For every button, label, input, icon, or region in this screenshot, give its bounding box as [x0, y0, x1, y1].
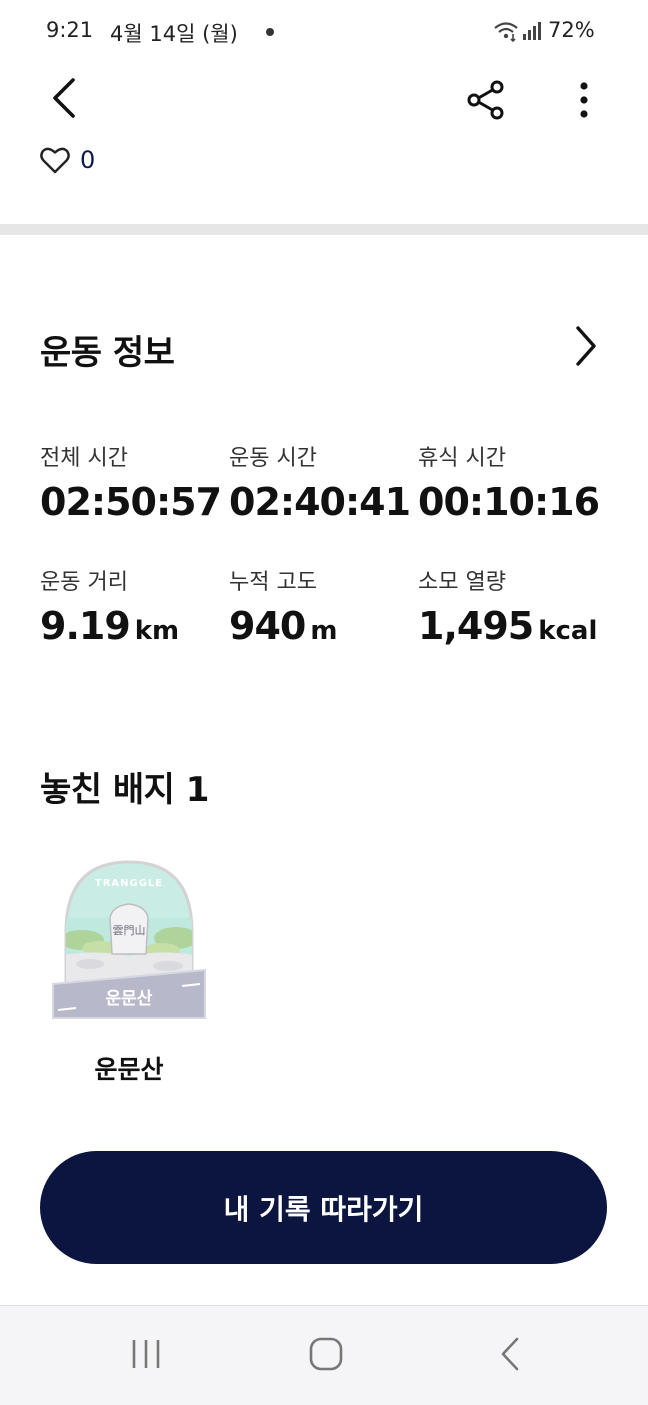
stat-label: 전체 시간 — [40, 446, 128, 471]
share-icon — [467, 80, 504, 120]
badge-arc-text: TRANGGLE — [95, 878, 163, 889]
more-options-button[interactable] — [556, 72, 612, 128]
system-back-button[interactable] — [482, 1328, 538, 1380]
badge-item[interactable]: 雲門山 TRANGGLE 운문산 — [50, 858, 208, 1024]
stat-label: 소모 열량 — [418, 570, 506, 595]
stat-value: 940 — [229, 604, 306, 648]
like-count: 0 — [80, 146, 96, 174]
share-button[interactable] — [458, 72, 514, 128]
stat-value: 9.19 — [40, 604, 131, 648]
badge-name: 운문산 — [94, 1055, 164, 1084]
home-icon — [309, 1337, 343, 1371]
back-arrow-icon — [53, 78, 75, 118]
mountain-badge-emblem: 雲門山 TRANGGLE 운문산 — [52, 860, 206, 1019]
status-bar: 9:21 4월 14일 (월) 72% — [0, 0, 648, 62]
stat-value: 1,495 — [418, 604, 534, 648]
workout-info-title: 운동 정보 — [40, 333, 175, 373]
system-back-icon — [501, 1337, 519, 1371]
follow-my-record-button[interactable]: 내 기록 따라가기 — [40, 1151, 607, 1264]
stat-calories: 소모 열량 1,495 kcal — [418, 564, 618, 648]
notification-dot — [266, 28, 274, 36]
like-button[interactable]: 0 — [40, 146, 95, 174]
workout-info-detail-button[interactable] — [560, 318, 612, 374]
stat-value: 00:10:16 — [418, 480, 600, 524]
stat-unit: kcal — [538, 616, 598, 646]
recent-apps-button[interactable] — [118, 1332, 174, 1376]
stat-workout-time: 운동 시간 02:40:41 — [229, 440, 429, 524]
stat-elevation: 누적 고도 940 m — [229, 564, 429, 648]
stat-label: 운동 거리 — [40, 570, 128, 595]
battery-level: 72% — [548, 18, 595, 42]
heart-icon — [40, 147, 70, 174]
recent-apps-icon — [132, 1340, 160, 1368]
stat-label: 운동 시간 — [229, 446, 317, 471]
missed-badges-title: 놓친 배지 1 — [40, 770, 209, 810]
chevron-right-icon — [576, 326, 596, 366]
back-button[interactable] — [36, 70, 92, 126]
home-button[interactable] — [298, 1328, 354, 1380]
stat-label: 누적 고도 — [229, 570, 317, 595]
stat-unit: km — [134, 616, 180, 646]
signal-icon — [522, 21, 542, 45]
wifi-icon — [493, 20, 519, 46]
stat-value: 02:50:57 — [40, 480, 222, 524]
status-date: 4월 14일 (월) — [110, 22, 238, 46]
stat-unit: m — [310, 616, 338, 646]
more-vertical-icon — [580, 82, 588, 118]
status-time: 9:21 — [46, 18, 94, 42]
stat-rest-time: 휴식 시간 00:10:16 — [418, 440, 618, 524]
stat-distance: 운동 거리 9.19 km — [40, 564, 240, 648]
stat-label: 휴식 시간 — [418, 446, 506, 471]
badge-stone-text: 雲門山 — [113, 924, 146, 937]
stat-value: 02:40:41 — [229, 480, 411, 524]
stat-total-time: 전체 시간 02:50:57 — [40, 440, 240, 524]
section-divider — [0, 224, 648, 235]
badge-emblem-text: 운문산 — [106, 989, 153, 1009]
